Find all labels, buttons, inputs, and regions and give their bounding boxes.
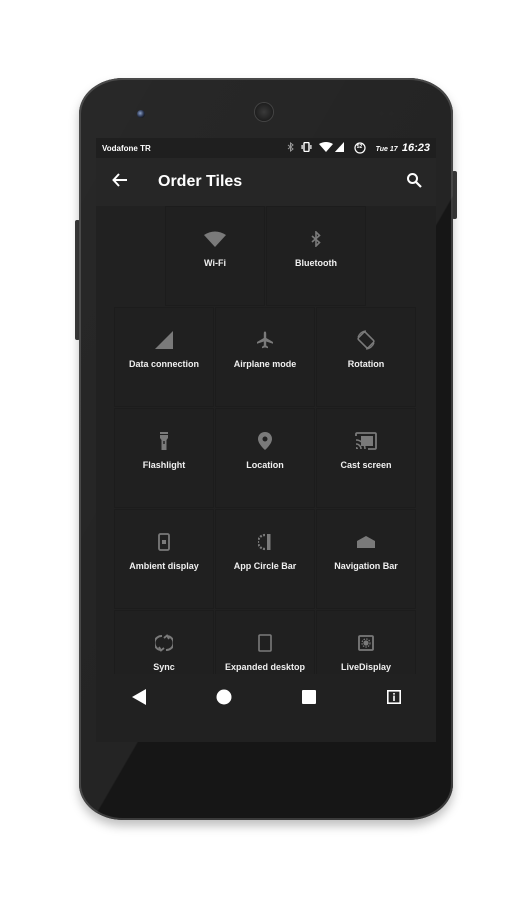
- tile-label: Rotation: [347, 359, 385, 369]
- wifi-icon: [204, 231, 226, 252]
- tile-data-connection[interactable]: Data connection: [114, 307, 214, 407]
- tile-label: Sync: [153, 662, 175, 672]
- back-button[interactable]: [96, 172, 144, 192]
- wifi-icon: [318, 142, 333, 154]
- battery-icon: 52: [353, 142, 366, 154]
- navigation-bar: [96, 674, 436, 724]
- menu-info-icon: [386, 689, 401, 709]
- nav-recents-button[interactable]: [289, 679, 329, 719]
- page-title: Order Tiles: [158, 173, 243, 190]
- proximity-sensor: [379, 111, 384, 116]
- cast-icon: [355, 431, 377, 455]
- signal-icon: [334, 142, 344, 154]
- tile-airplane-mode[interactable]: Airplane mode: [215, 307, 315, 407]
- front-camera: [137, 110, 145, 118]
- recents-icon: [301, 689, 316, 709]
- livedisplay-icon: [358, 634, 374, 656]
- tile-label: Flashlight: [142, 460, 186, 470]
- tile-label: App Circle Bar: [233, 561, 297, 571]
- nav-back-button[interactable]: [119, 679, 159, 719]
- light-sensor: [389, 111, 394, 116]
- tile-flashlight[interactable]: Flashlight: [114, 408, 214, 508]
- app-circle-bar-icon: [256, 533, 272, 556]
- tile-label: Data connection: [128, 359, 199, 369]
- sync-icon: [153, 633, 175, 657]
- tile-label: LiveDisplay: [340, 662, 392, 672]
- carrier-label: Vodafone TR: [102, 143, 151, 153]
- search-button[interactable]: [392, 172, 436, 193]
- tile-wifi[interactable]: Wi-Fi: [165, 206, 265, 306]
- bluetooth-icon: [311, 229, 321, 252]
- back-nav-icon: [131, 688, 146, 710]
- signal-icon: [155, 330, 173, 354]
- tile-bluetooth[interactable]: Bluetooth: [266, 206, 366, 306]
- toolbar: Order Tiles: [96, 158, 436, 206]
- bluetooth-icon: [287, 141, 294, 154]
- status-date: Tue 17: [375, 146, 398, 153]
- tile-cast-screen[interactable]: Cast screen: [316, 408, 416, 508]
- tile-location[interactable]: Location: [215, 408, 315, 508]
- tile-label: Location: [246, 460, 284, 470]
- navigation-bar-icon: [357, 535, 375, 553]
- screen: Vodafone TR 52 Tue 17 16:23 Order Tiles …: [96, 138, 436, 742]
- status-time: 16:23: [401, 142, 430, 154]
- search-icon: [406, 172, 422, 193]
- tile-label: Expanded desktop: [224, 662, 305, 672]
- status-bar: Vodafone TR 52 Tue 17 16:23: [96, 138, 436, 158]
- tile-ambient-display[interactable]: Ambient display: [114, 509, 214, 609]
- tile-label: Ambient display: [129, 561, 199, 571]
- location-icon: [258, 431, 272, 455]
- flashlight-icon: [159, 431, 169, 455]
- tile-sync[interactable]: Sync: [114, 610, 214, 684]
- home-icon: [216, 689, 232, 710]
- earpiece-speaker: [255, 103, 273, 121]
- expanded-desktop-icon: [258, 633, 272, 657]
- tile-navigation-bar[interactable]: Navigation Bar: [316, 509, 416, 609]
- vibrate-icon: [300, 141, 313, 154]
- tile-label: Airplane mode: [233, 359, 297, 369]
- nav-home-button[interactable]: [204, 679, 244, 719]
- arrow-back-icon: [112, 172, 128, 192]
- tile-rotation[interactable]: Rotation: [316, 307, 416, 407]
- tile-label: Navigation Bar: [334, 561, 398, 571]
- rotation-icon: [355, 329, 377, 356]
- tile-expanded-desktop[interactable]: Expanded desktop: [215, 610, 315, 684]
- airplane-icon: [256, 331, 274, 354]
- ambient-display-icon: [158, 532, 170, 556]
- nav-menu-button[interactable]: [374, 679, 414, 719]
- tile-label: Cast screen: [340, 460, 392, 470]
- battery-level: 52: [356, 144, 363, 150]
- tile-label: Bluetooth: [295, 258, 337, 268]
- tile-livedisplay[interactable]: LiveDisplay: [316, 610, 416, 684]
- tile-app-circle-bar[interactable]: App Circle Bar: [215, 509, 315, 609]
- tile-label: Wi-Fi: [204, 258, 226, 268]
